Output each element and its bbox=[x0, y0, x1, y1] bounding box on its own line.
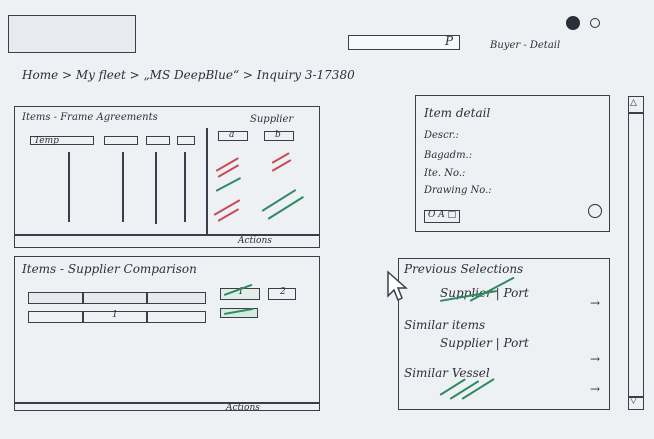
column-header-2[interactable] bbox=[104, 136, 138, 145]
supplier-header-a-label: a bbox=[229, 130, 235, 140]
search-icon[interactable]: P bbox=[445, 34, 453, 48]
user-label: Buyer - Detail bbox=[490, 40, 561, 51]
previous-selections-arrow[interactable]: → bbox=[590, 296, 600, 310]
shape-button-group-label: O A □ bbox=[428, 210, 457, 220]
previous-selections-title: Previous Selections bbox=[404, 262, 524, 276]
scroll-down-button[interactable]: ▽ bbox=[630, 396, 637, 406]
comparison-panel bbox=[14, 256, 320, 411]
comparison-title: Items - Supplier Comparison bbox=[22, 262, 197, 276]
column-header-temp-label: Temp bbox=[34, 136, 59, 146]
comparison-button-2-label: 2 bbox=[280, 287, 286, 297]
comparison-actions-button[interactable]: Actions bbox=[226, 403, 260, 413]
comparison-row-label: 1 bbox=[112, 310, 118, 320]
similar-items-item[interactable]: Supplier | Port bbox=[440, 336, 529, 350]
supplier-label: Supplier bbox=[250, 114, 294, 125]
settings-icon[interactable] bbox=[566, 16, 580, 30]
items-frame-title: Items - Frame Agreements bbox=[22, 112, 158, 123]
warning-icon[interactable] bbox=[588, 204, 602, 218]
logo bbox=[8, 15, 136, 53]
column-header-4[interactable] bbox=[177, 136, 195, 145]
field-descr: Descr.: bbox=[424, 130, 459, 141]
actions-button[interactable]: Actions bbox=[238, 236, 272, 246]
field-bagadm: Bagadm.: bbox=[424, 150, 473, 161]
item-detail-title: Item detail bbox=[424, 106, 491, 120]
supplier-header-b-label: b bbox=[275, 130, 281, 140]
similar-items-title: Similar items bbox=[404, 318, 486, 332]
scrollbar[interactable] bbox=[628, 96, 644, 410]
similar-vessel-arrow[interactable]: → bbox=[590, 382, 600, 396]
similar-items-arrow[interactable]: → bbox=[590, 352, 600, 366]
breadcrumb[interactable]: Home > My fleet > „MS DeepBlue“ > Inquir… bbox=[22, 68, 355, 82]
column-header-3[interactable] bbox=[146, 136, 170, 145]
field-item-no: Ite. No.: bbox=[424, 168, 466, 179]
similar-vessel-title: Similar Vessel bbox=[404, 366, 490, 380]
comparison-row[interactable] bbox=[28, 292, 206, 304]
help-icon[interactable] bbox=[590, 18, 600, 28]
scroll-up-button[interactable]: △ bbox=[630, 98, 637, 108]
field-drawing-no: Drawing No.: bbox=[424, 185, 492, 196]
pointer-icon bbox=[387, 270, 408, 302]
search-input[interactable] bbox=[348, 35, 460, 50]
items-frame-panel bbox=[14, 106, 320, 248]
